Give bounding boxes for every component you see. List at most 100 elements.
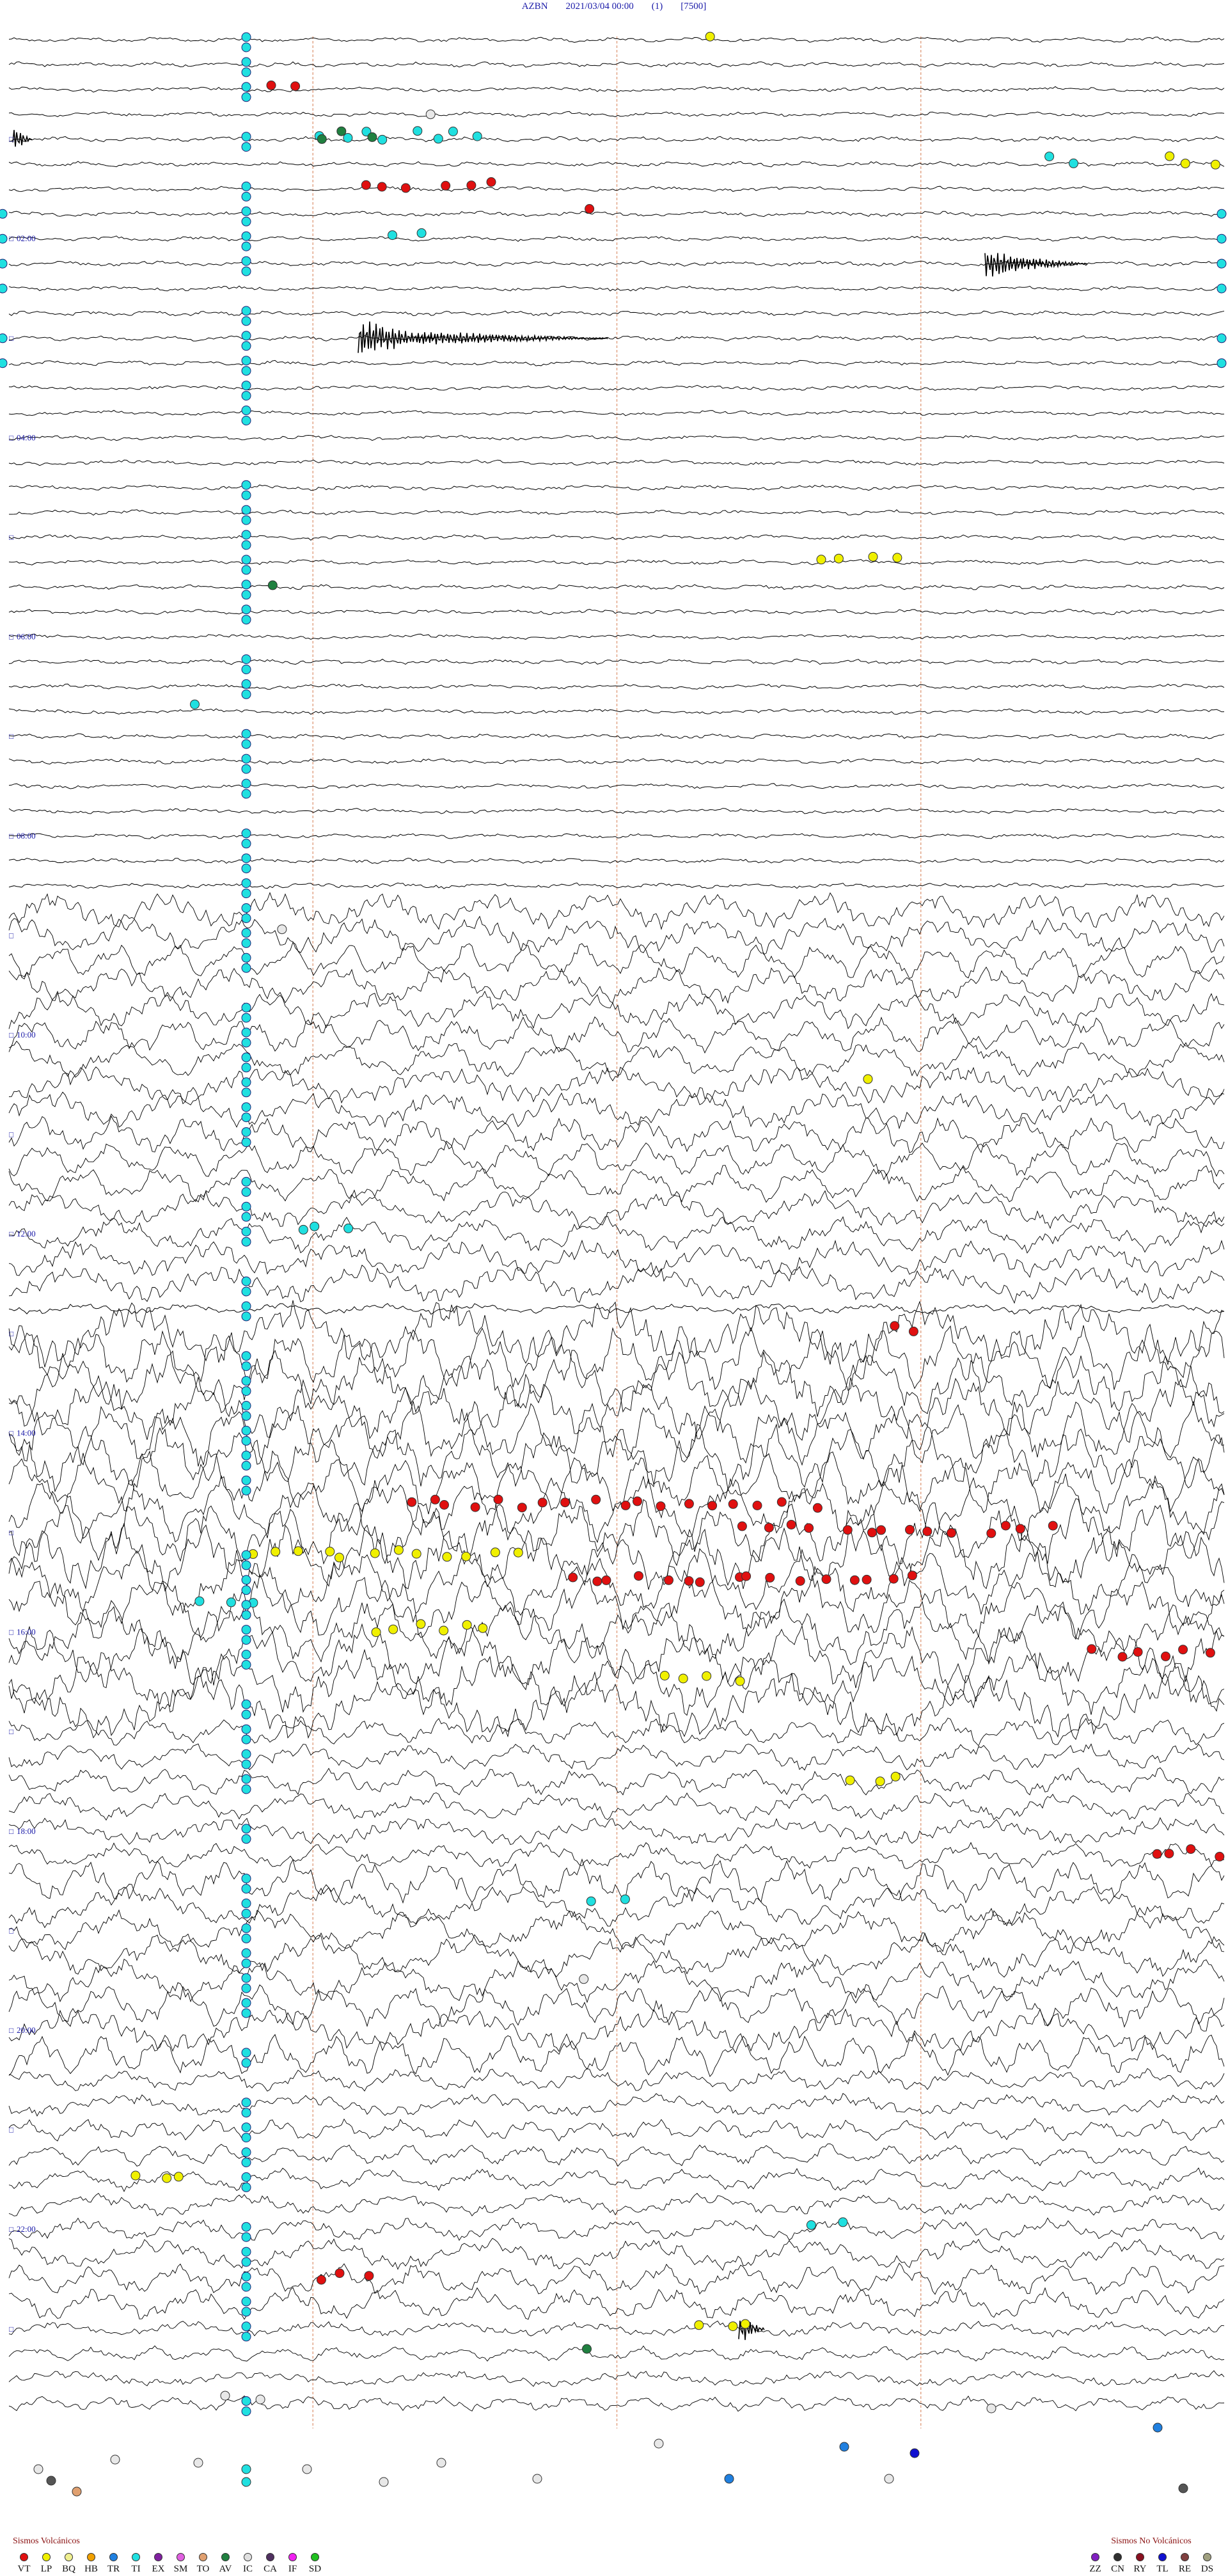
tremor-marker	[241, 356, 251, 366]
tremor-marker	[241, 1027, 251, 1038]
event-marker	[33, 2464, 43, 2474]
event-marker	[795, 1576, 805, 1586]
event-marker	[173, 2172, 184, 2182]
tremor-marker	[1216, 333, 1227, 344]
legend-code: BQ	[62, 2564, 75, 2574]
legend-swatch	[177, 2553, 185, 2561]
event-marker	[316, 2275, 326, 2285]
tremor-marker	[241, 2247, 251, 2257]
tremor-marker	[241, 1749, 251, 1759]
tremor-marker	[0, 209, 8, 219]
tremor-marker	[1216, 258, 1227, 269]
hour-marker-tick: □	[9, 1229, 13, 1238]
tremor-marker	[241, 515, 251, 525]
hour-marker-tick: □	[9, 533, 13, 542]
tremor-marker	[241, 381, 251, 391]
event-marker	[241, 2477, 251, 2487]
legend-nonvolcanic-re: RE	[1174, 2553, 1196, 2575]
event-marker	[1165, 151, 1175, 161]
tremor-marker	[241, 480, 251, 490]
event-marker	[1153, 2422, 1163, 2433]
tremor-marker	[241, 1226, 251, 1237]
tremor-marker	[241, 1709, 251, 1719]
legend-volcanic-ex: EX	[147, 2553, 169, 2575]
seismic-trace	[8, 915, 1225, 955]
tremor-marker	[241, 2158, 251, 2167]
event-marker	[413, 126, 423, 136]
hour-label: 16:00	[17, 1627, 36, 1637]
event-marker	[388, 230, 397, 241]
event-marker	[110, 2454, 120, 2465]
tremor-marker	[241, 2122, 251, 2133]
tremor-marker	[241, 1923, 251, 1933]
tremor-marker	[241, 903, 251, 913]
legend-swatch	[1158, 2553, 1167, 2561]
legend-nonvolcanic-items: ZZ CN RY TL RE DS	[1084, 2553, 1218, 2575]
legend-volcanic-av: AV	[214, 2553, 237, 2575]
tremor-marker	[241, 1575, 251, 1585]
legend-swatch	[244, 2553, 252, 2561]
legend-volcanic-vt: VT	[13, 2553, 35, 2575]
event-marker	[1087, 1644, 1097, 1654]
event-marker	[367, 132, 377, 142]
tremor-marker	[241, 590, 251, 600]
legend-volcanic-title: Sismos Volcánicos	[13, 2536, 80, 2546]
event-marker	[1069, 158, 1078, 168]
event-marker	[162, 2173, 172, 2183]
event-marker	[1152, 1849, 1162, 1859]
event-marker	[1186, 1844, 1196, 1854]
event-marker	[812, 1503, 823, 1513]
event-marker	[568, 1572, 578, 1583]
event-marker	[310, 1221, 320, 1231]
event-marker	[517, 1503, 527, 1513]
tremor-marker	[241, 580, 251, 590]
legend-swatch	[1181, 2553, 1189, 2561]
tremor-marker	[241, 1475, 251, 1485]
event-marker	[586, 1896, 596, 1906]
tremor-marker	[241, 1137, 251, 1148]
event-marker	[986, 2403, 996, 2414]
seismic-trace	[8, 1817, 1225, 1845]
tremor-marker	[241, 739, 251, 749]
event-marker	[1180, 159, 1190, 169]
legend-nonvolcanic-cn: CN	[1106, 2553, 1129, 2575]
legend-nonvolcanic-zz: ZZ	[1084, 2553, 1106, 2575]
event-marker	[1133, 1647, 1143, 1657]
tremor-marker	[0, 283, 8, 294]
event-marker	[849, 1575, 860, 1585]
hour-marker-tick: □	[9, 1628, 13, 1637]
tremor-marker	[241, 82, 251, 92]
legend-swatch	[109, 2553, 118, 2561]
tremor-marker	[241, 1650, 251, 1659]
legend-code: TI	[131, 2564, 141, 2574]
legend-volcanic: Sismos Volcánicos VT LP BQ HB TR TI EX SM TO AV IC…	[13, 2536, 326, 2575]
event-marker	[335, 2268, 345, 2279]
legend-nonvolcanic-ry: RY	[1129, 2553, 1151, 2575]
event-marker	[867, 1528, 877, 1538]
event-marker	[664, 1575, 673, 1585]
tremor-marker	[241, 565, 251, 575]
hour-marker-tick: □	[9, 1329, 13, 1338]
tremor-marker	[241, 2406, 251, 2416]
event-marker	[585, 204, 595, 214]
seismic-trace	[8, 235, 1225, 242]
event-marker	[908, 1326, 918, 1336]
legend-code: VT	[17, 2564, 31, 2574]
event-marker	[735, 1676, 745, 1686]
tremor-marker	[241, 1759, 251, 1769]
legend-code: AV	[219, 2564, 232, 2574]
hour-marker-tick: □	[9, 234, 13, 243]
event-marker	[888, 1574, 899, 1584]
tremor-marker	[241, 1660, 251, 1670]
event-marker	[72, 2486, 82, 2497]
event-marker	[678, 1673, 688, 1684]
tremor-marker	[241, 604, 251, 615]
tremor-marker	[241, 1201, 251, 1212]
tremor-marker	[241, 963, 251, 973]
tremor-marker	[241, 1909, 251, 1918]
event-marker	[695, 1577, 705, 1587]
tremor-marker	[241, 1600, 251, 1610]
event-marker	[922, 1526, 933, 1537]
event-marker	[370, 1548, 380, 1558]
legend-code: IF	[288, 2564, 297, 2574]
